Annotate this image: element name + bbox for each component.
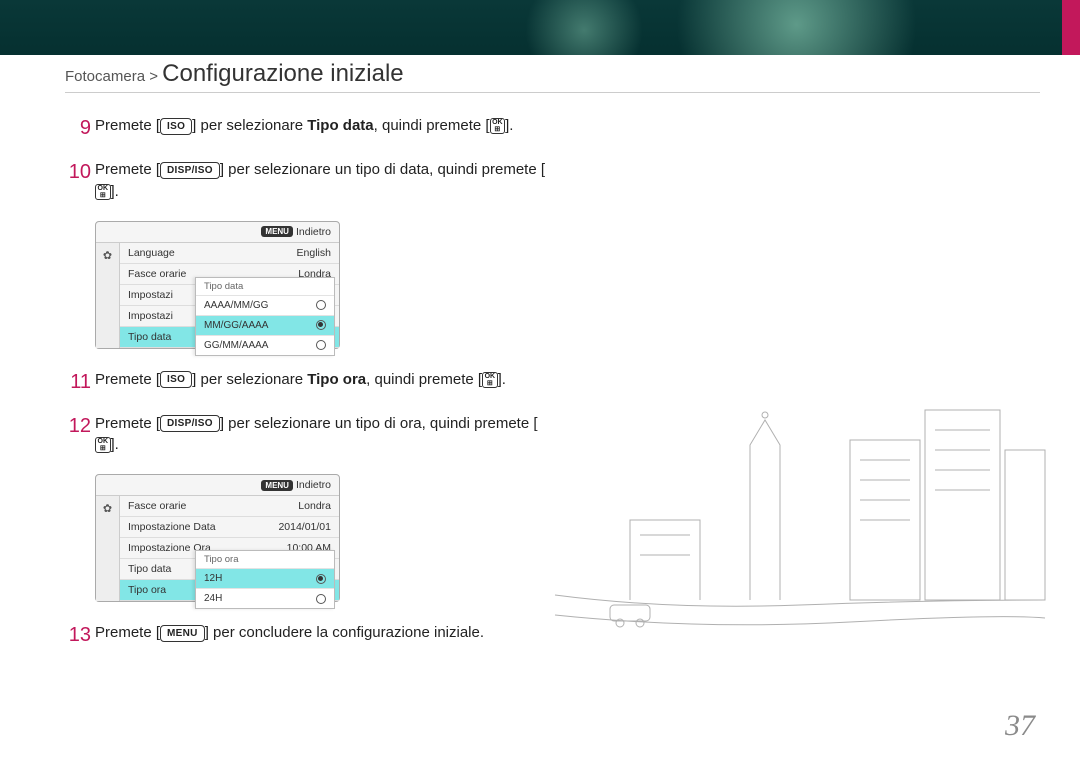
page-number: 37 <box>1005 709 1035 743</box>
gear-icon: ✿ <box>103 249 112 262</box>
camera-ui-tipo-ora: MENUIndietro ✿ Fasce orarieLondra Impost… <box>95 474 340 602</box>
radio-icon <box>316 340 326 350</box>
step-num: 11 <box>65 369 91 395</box>
step-13: 13 Premete [MENU] per concludere la conf… <box>65 622 545 648</box>
radio-icon <box>316 300 326 310</box>
divider <box>65 92 1040 93</box>
tipo-data-popup: Tipo data AAAA/MM/GG MM/GG/AAAA GG/MM/AA… <box>195 277 335 356</box>
option-12h: 12H <box>196 569 334 589</box>
step-text: Premete [MENU] per concludere la configu… <box>95 622 484 644</box>
cam-topbar: MENUIndietro <box>96 475 339 496</box>
ok-button-icon: OK⊞ <box>95 437 111 453</box>
disp-iso-button-icon: DISP/ISO <box>160 415 220 432</box>
menu-badge-icon: MENU <box>261 226 293 237</box>
ok-button-icon: OK⊞ <box>482 372 498 388</box>
header-sparkle <box>0 0 1062 55</box>
list-item: LanguageEnglish <box>120 243 339 264</box>
popup-title: Tipo data <box>196 278 334 296</box>
camera-ui-tipo-data: MENUIndietro ✿ LanguageEnglish Fasce ora… <box>95 221 340 349</box>
option-mm-gg-aaaa: MM/GG/AAAA <box>196 316 334 336</box>
breadcrumb-path: Fotocamera > <box>65 68 158 85</box>
menu-badge-icon: MENU <box>261 480 293 491</box>
menu-button-icon: MENU <box>160 625 205 642</box>
step-10: 10 Premete [DISP/ISO] per selezionare un… <box>65 159 545 203</box>
step-num: 13 <box>65 622 91 648</box>
step-text: Premete [DISP/ISO] per selezionare un ti… <box>95 413 545 457</box>
step-text: Premete [DISP/ISO] per selezionare un ti… <box>95 159 545 203</box>
step-num: 9 <box>65 115 91 141</box>
iso-button-icon: ISO <box>160 371 192 388</box>
step-11: 11 Premete [ISO] per selezionare Tipo or… <box>65 369 545 395</box>
iso-button-icon: ISO <box>160 118 192 135</box>
breadcrumb: Fotocamera > Configurazione iniziale <box>65 60 404 88</box>
cam-topbar: MENUIndietro <box>96 222 339 243</box>
list-item: Fasce orarieLondra <box>120 496 339 517</box>
radio-icon <box>316 594 326 604</box>
step-num: 12 <box>65 413 91 439</box>
tipo-ora-popup: Tipo ora 12H 24H <box>195 550 335 609</box>
city-illustration <box>550 350 1050 650</box>
cam-sidebar: ✿ <box>96 496 120 601</box>
list-item: Impostazione Data2014/01/01 <box>120 517 339 538</box>
accent-bar <box>1062 0 1080 55</box>
page-title: Configurazione iniziale <box>162 60 403 87</box>
popup-title: Tipo ora <box>196 551 334 569</box>
step-text: Premete [ISO] per selezionare Tipo ora, … <box>95 369 506 391</box>
radio-icon <box>316 320 326 330</box>
option-gg-mm-aaaa: GG/MM/AAAA <box>196 336 334 355</box>
option-aaaa-mm-gg: AAAA/MM/GG <box>196 296 334 316</box>
disp-iso-button-icon: DISP/ISO <box>160 162 220 179</box>
step-12: 12 Premete [DISP/ISO] per selezionare un… <box>65 413 545 457</box>
option-24h: 24H <box>196 589 334 608</box>
step-text: Premete [ISO] per selezionare Tipo data,… <box>95 115 513 137</box>
radio-icon <box>316 574 326 584</box>
gear-icon: ✿ <box>103 502 112 515</box>
ok-button-icon: OK⊞ <box>490 118 506 134</box>
cam-sidebar: ✿ <box>96 243 120 348</box>
step-num: 10 <box>65 159 91 185</box>
ok-button-icon: OK⊞ <box>95 184 111 200</box>
step-9: 9 Premete [ISO] per selezionare Tipo dat… <box>65 115 545 141</box>
